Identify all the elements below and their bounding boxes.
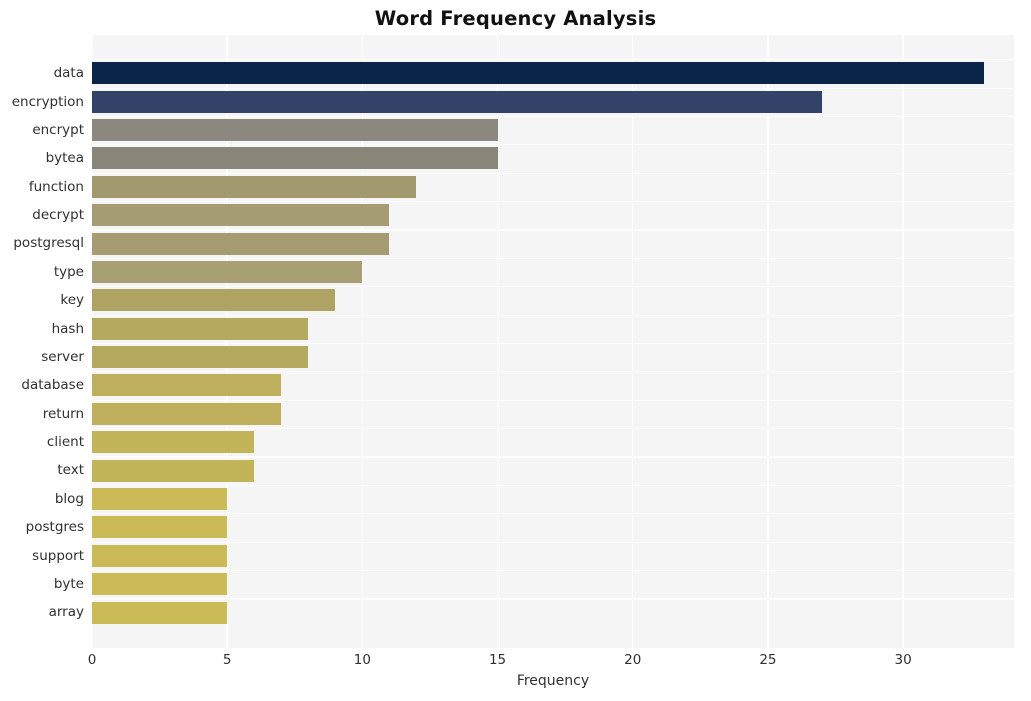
bar-row-separator xyxy=(92,115,1014,118)
bar-client[interactable] xyxy=(92,431,255,454)
bar-row-separator xyxy=(92,456,1014,458)
bar-row xyxy=(92,513,1014,541)
bar-row-separator xyxy=(92,371,1014,373)
x-tick-label-15: 15 xyxy=(488,652,507,668)
bar-row xyxy=(92,428,1014,456)
bar-row-separator xyxy=(92,598,1014,600)
bar-row xyxy=(92,59,1014,87)
bar-row xyxy=(92,229,1014,257)
bar-type[interactable] xyxy=(92,260,363,283)
y-axis-labels: data encryption encrypt bytea function decryp… xyxy=(0,35,84,648)
bar-row-separator xyxy=(92,59,1014,61)
y-tick-label-encryption: encryption xyxy=(11,93,84,110)
bar-server[interactable] xyxy=(92,346,309,369)
y-tick-label-key: key xyxy=(60,292,84,309)
bar-hash[interactable] xyxy=(92,317,309,340)
y-tick-label-byte: byte xyxy=(53,575,84,592)
x-tick-label-0: 0 xyxy=(87,652,97,668)
bar-encrypt[interactable] xyxy=(92,119,498,142)
y-tick-label-database: database xyxy=(21,377,84,394)
y-tick-label-array: array xyxy=(48,604,84,621)
y-tick-label-function: function xyxy=(28,178,84,195)
bar-row xyxy=(92,257,1014,286)
bar-row-separator xyxy=(92,484,1014,486)
bar-row-separator xyxy=(92,286,1014,288)
x-tick-label-25: 25 xyxy=(759,652,777,668)
bar-row-separator xyxy=(92,541,1014,543)
bar-row-separator xyxy=(92,399,1014,401)
x-tick-label-10: 10 xyxy=(353,652,371,668)
bar-row xyxy=(92,399,1014,428)
y-tick-label-encrypt: encrypt xyxy=(32,121,84,138)
y-tick-label-text: text xyxy=(57,462,84,479)
bar-key[interactable] xyxy=(92,289,336,312)
bar-row xyxy=(92,314,1014,343)
bar-row-separator xyxy=(92,172,1014,174)
bar-row xyxy=(92,456,1014,484)
bar-row-separator xyxy=(92,201,1014,203)
bar-row-separator xyxy=(92,342,1014,345)
bar-byte[interactable] xyxy=(92,573,228,596)
bar-function[interactable] xyxy=(92,175,417,198)
bar-return[interactable] xyxy=(92,402,282,425)
x-axis-label: Frequency xyxy=(516,673,590,689)
x-tick-label-30: 30 xyxy=(894,652,912,668)
y-tick-label-client: client xyxy=(46,434,84,451)
y-tick-label-type: type xyxy=(53,263,84,280)
bar-support[interactable] xyxy=(92,544,228,567)
y-tick-label-server: server xyxy=(41,348,84,365)
bars-container xyxy=(92,35,1014,648)
y-tick-label-decrypt: decrypt xyxy=(32,207,84,224)
y-tick-label-return: return xyxy=(42,405,84,422)
x-tick-label-20: 20 xyxy=(624,652,642,668)
bar-postgresql[interactable] xyxy=(92,232,390,255)
bar-row-separator xyxy=(92,314,1014,316)
y-tick-label-support: support xyxy=(32,547,84,564)
bar-row xyxy=(92,144,1014,172)
y-tick-label-data: data xyxy=(53,65,84,82)
chart-title: Word Frequency Analysis xyxy=(374,7,657,30)
y-tick-label-blog: blog xyxy=(54,490,84,507)
bar-row-separator xyxy=(92,569,1014,572)
plot-area xyxy=(92,35,1014,648)
bar-database[interactable] xyxy=(92,374,282,397)
y-tick-label-postgres: postgres xyxy=(25,519,84,536)
x-tick-label-5: 5 xyxy=(222,652,232,668)
bar-encryption[interactable] xyxy=(92,90,823,113)
bar-row xyxy=(92,201,1014,229)
bar-row xyxy=(92,286,1014,314)
bar-row-separator xyxy=(92,229,1014,231)
bar-row-separator xyxy=(92,257,1014,259)
bar-row xyxy=(92,87,1014,116)
bar-row-separator xyxy=(92,87,1014,89)
bar-row-separator xyxy=(92,428,1014,430)
bar-row xyxy=(92,371,1014,399)
bar-bytea[interactable] xyxy=(92,147,498,170)
y-tick-label-hash: hash xyxy=(51,320,84,337)
bar-row xyxy=(92,598,1014,626)
bar-decrypt[interactable] xyxy=(92,204,390,227)
bar-row xyxy=(92,541,1014,570)
bar-postgres[interactable] xyxy=(92,516,228,539)
y-tick-label-postgresql: postgresql xyxy=(13,235,84,252)
bar-row xyxy=(92,569,1014,598)
y-tick-label-bytea: bytea xyxy=(45,150,84,167)
bar-blog[interactable] xyxy=(92,488,228,510)
bar-text[interactable] xyxy=(92,459,255,482)
bar-data[interactable] xyxy=(92,62,985,85)
bar-row-separator xyxy=(92,513,1014,515)
bar-array[interactable] xyxy=(92,601,228,624)
x-axis-ticks: 0 5 10 15 20 25 30 xyxy=(88,650,1014,672)
bar-row xyxy=(92,484,1014,513)
bar-row xyxy=(92,342,1014,371)
word-frequency-chart-figure: Word Frequency Analysis data encryption en… xyxy=(0,0,1031,701)
bar-row-separator xyxy=(92,144,1014,146)
bar-row xyxy=(92,172,1014,201)
bar-row xyxy=(92,115,1014,144)
